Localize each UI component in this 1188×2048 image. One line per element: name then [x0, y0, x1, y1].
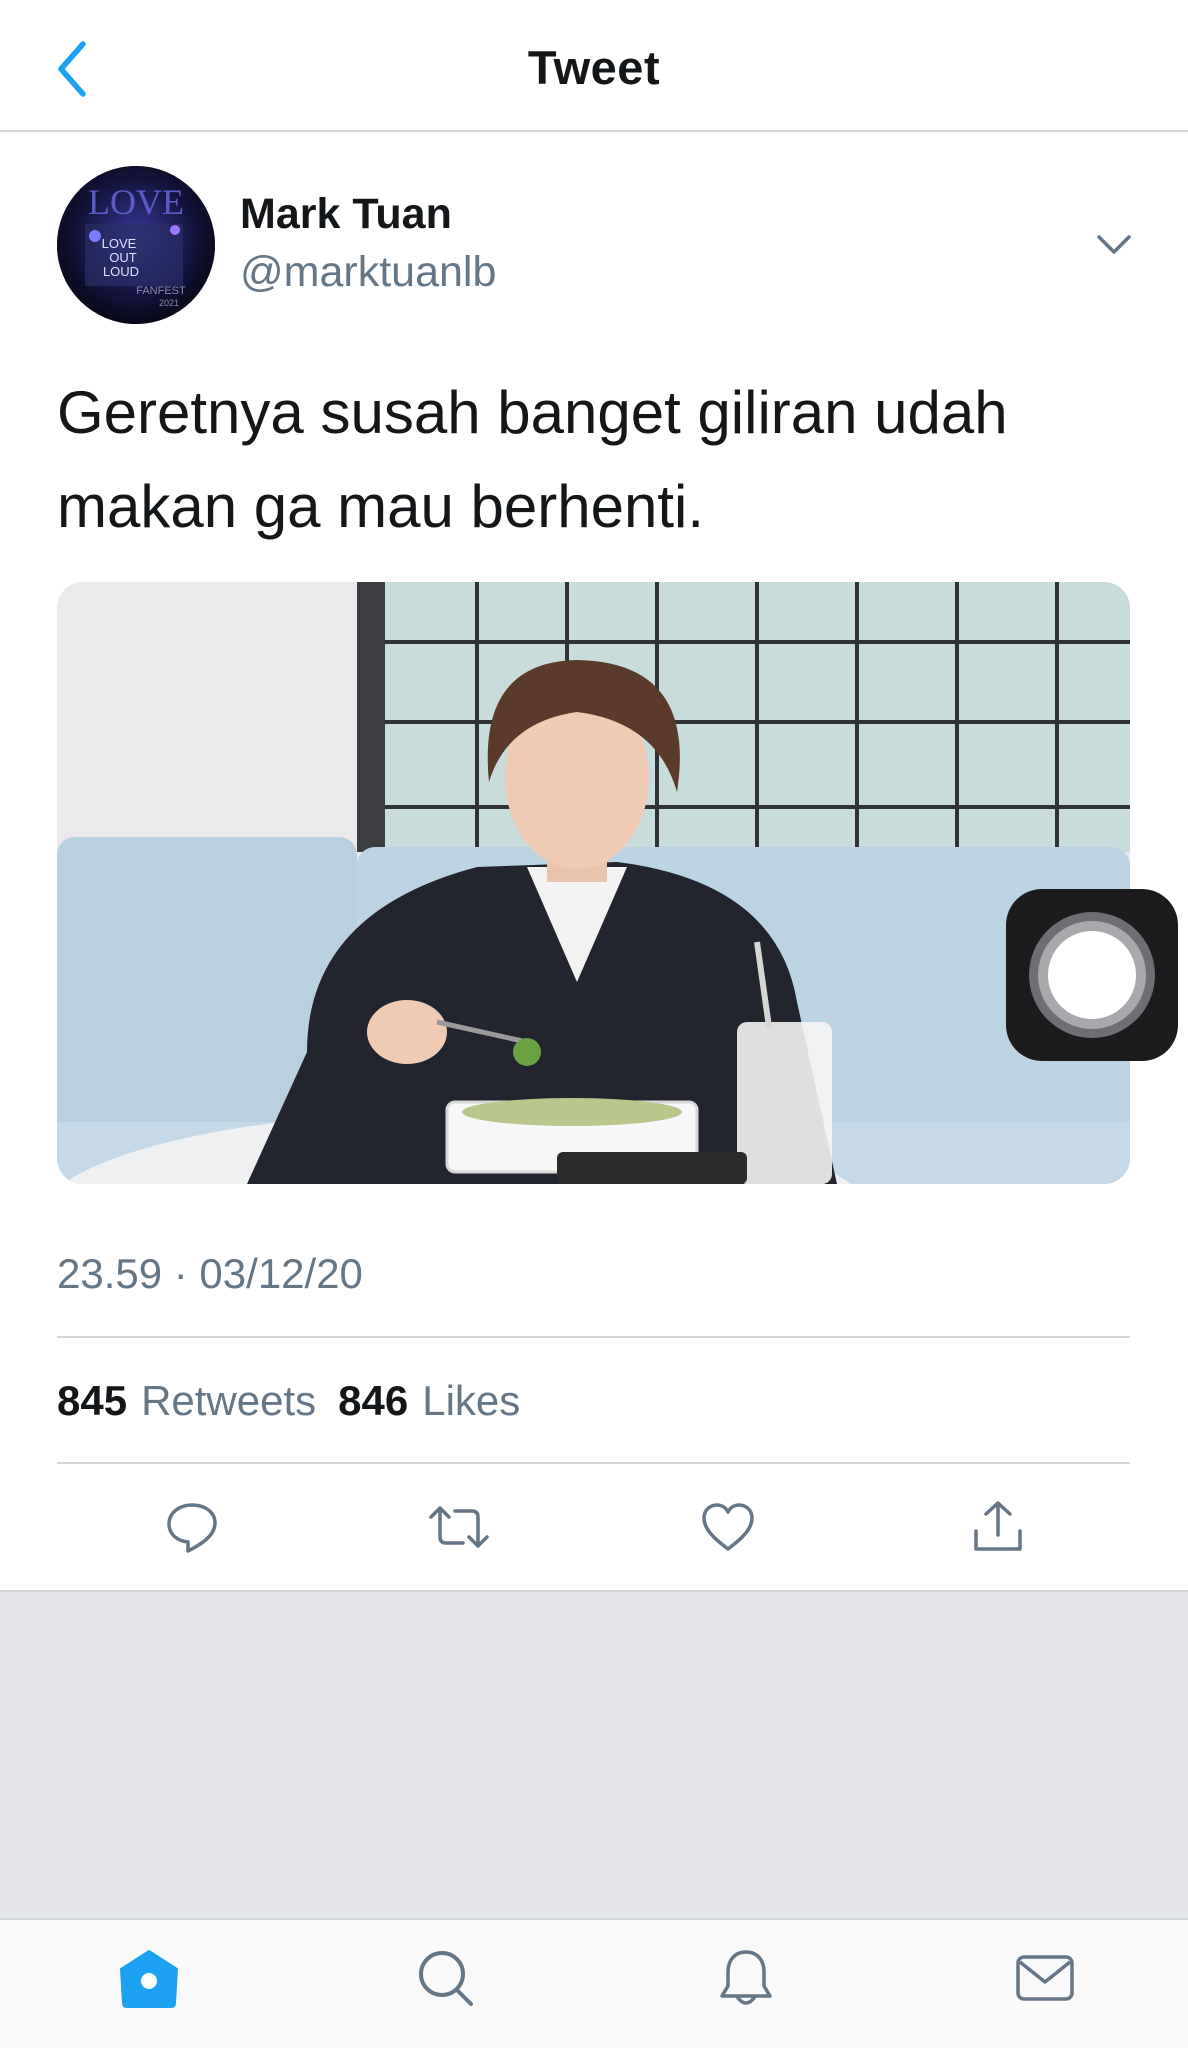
- avatar[interactable]: LOVE LOVE OUT LOUD FANFEST 2021: [57, 166, 215, 324]
- reply-icon: [167, 1503, 217, 1553]
- likes-count[interactable]: 846: [338, 1377, 408, 1425]
- share-icon: [974, 1501, 1022, 1551]
- search-icon: [419, 1951, 473, 2006]
- retweets-label[interactable]: Retweets: [141, 1377, 316, 1425]
- author-name[interactable]: Mark Tuan: [240, 190, 452, 239]
- tweet-text: Geretnya susah banget giliran udah makan…: [57, 366, 1117, 554]
- reply-button[interactable]: [157, 1494, 227, 1560]
- assistive-touch-button[interactable]: [1006, 889, 1178, 1061]
- photo-illustration: [57, 582, 1130, 1184]
- author-handle[interactable]: @marktuanlb: [240, 248, 496, 297]
- tweet-options-button[interactable]: [1090, 225, 1138, 265]
- page-title: Tweet: [527, 41, 661, 94]
- divider: [57, 1462, 1130, 1464]
- svg-text:LOUD: LOUD: [103, 264, 139, 279]
- tweet-timestamp: 23.59 · 03/12/20: [57, 1250, 363, 1297]
- retweets-count[interactable]: 845: [57, 1377, 127, 1425]
- tweet-stats: 845 Retweets 846 Likes: [57, 1377, 542, 1425]
- retweet-button[interactable]: [424, 1494, 494, 1560]
- like-button[interactable]: [693, 1494, 763, 1560]
- svg-text:FANFEST: FANFEST: [136, 285, 186, 297]
- like-icon: [702, 1503, 754, 1551]
- divider: [57, 1336, 1130, 1338]
- tab-search[interactable]: [406, 1938, 486, 2018]
- retweet-icon: [429, 1506, 489, 1548]
- assistive-touch-icon: [1029, 912, 1155, 1038]
- chevron-down-icon: [1097, 235, 1131, 254]
- tweet-media-image[interactable]: [57, 582, 1130, 1184]
- avatar-image: LOVE LOVE OUT LOUD FANFEST 2021: [57, 166, 215, 324]
- svg-text:LOVE: LOVE: [102, 236, 137, 251]
- svg-text:LOVE: LOVE: [88, 182, 184, 222]
- likes-label[interactable]: Likes: [422, 1377, 520, 1425]
- home-icon: [120, 1950, 178, 2008]
- notifications-icon: [720, 1950, 772, 2005]
- empty-replies-area: [0, 1590, 1188, 1920]
- svg-text:2021: 2021: [159, 298, 179, 308]
- tab-messages[interactable]: [1005, 1938, 1085, 2018]
- tab-home[interactable]: [109, 1938, 189, 2018]
- tab-notifications[interactable]: [706, 1938, 786, 2018]
- svg-text:OUT: OUT: [109, 250, 137, 265]
- tweet-text-line: makan ga mau berhenti.: [57, 473, 705, 540]
- messages-icon: [1016, 1955, 1074, 2001]
- share-button[interactable]: [963, 1494, 1033, 1560]
- tweet-text-line: Geretnya susah banget giliran udah: [57, 379, 1008, 446]
- bottom-tab-bar: [0, 1918, 1188, 2048]
- nav-header: Tweet: [0, 0, 1188, 132]
